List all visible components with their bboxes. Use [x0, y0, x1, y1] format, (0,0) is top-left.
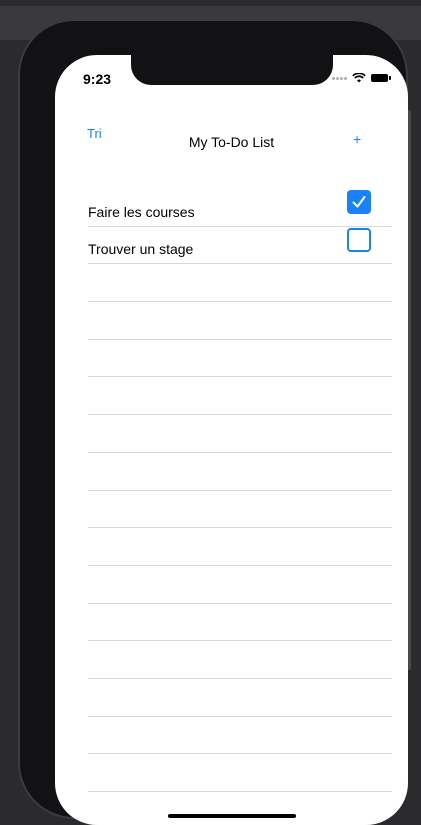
empty-row: [88, 528, 392, 566]
empty-row: [88, 453, 392, 491]
cellular-signal-icon: [332, 76, 347, 80]
empty-row: [88, 340, 392, 378]
empty-row: [88, 566, 392, 604]
empty-row: [88, 415, 392, 453]
empty-row: [88, 264, 392, 303]
todo-checkbox[interactable]: [347, 190, 371, 214]
todo-checkbox[interactable]: [347, 227, 371, 252]
empty-row: [88, 491, 392, 529]
todo-label: Trouver un stage: [88, 241, 194, 258]
checkmark-icon: [352, 196, 366, 208]
todo-row[interactable]: Trouver un stage: [88, 227, 392, 265]
empty-row: [88, 717, 392, 755]
status-time: 9:23: [83, 71, 112, 87]
empty-row: [88, 641, 392, 679]
empty-row: [88, 679, 392, 717]
home-indicator[interactable]: [168, 814, 296, 818]
wifi-icon: [352, 73, 366, 83]
todo-list: Faire les courses Trouver un stage: [88, 189, 392, 792]
empty-row: [88, 302, 392, 340]
simulator-device: 9:23 Tri My To-Do List + Faire les cours…: [18, 19, 408, 825]
status-icons: [332, 73, 391, 83]
battery-icon: [371, 74, 391, 82]
todo-row[interactable]: Faire les courses: [88, 189, 392, 227]
empty-row: [88, 754, 392, 792]
empty-row: [88, 604, 392, 642]
add-todo-button[interactable]: +: [353, 131, 361, 147]
todo-label: Faire les courses: [88, 203, 195, 220]
device-screen: 9:23 Tri My To-Do List + Faire les cours…: [55, 55, 408, 825]
empty-row: [88, 377, 392, 416]
device-notch: [131, 55, 333, 85]
